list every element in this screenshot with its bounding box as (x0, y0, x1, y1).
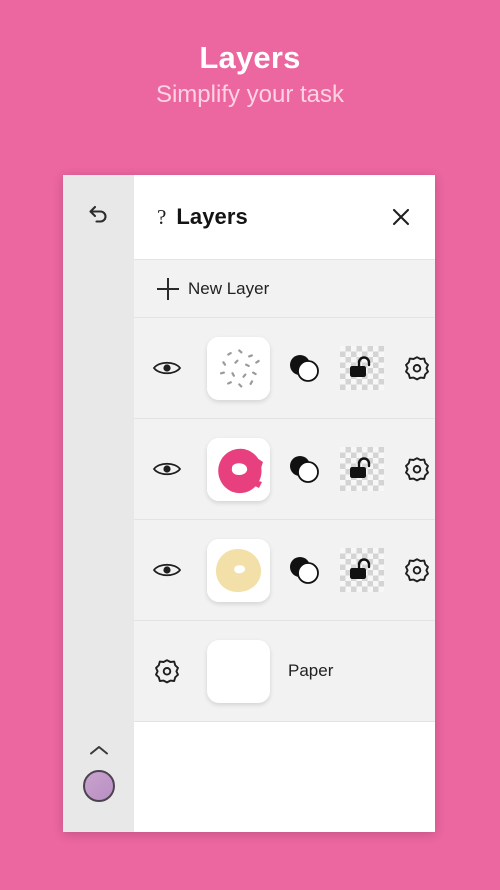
gear-icon (405, 457, 429, 482)
layer-settings-button[interactable] (392, 556, 435, 584)
layers-panel: ? Layers New Layer Paper (134, 175, 435, 832)
transparency-checkerboard (340, 447, 384, 491)
transparency-checkerboard (340, 346, 384, 390)
eye-icon (152, 462, 182, 476)
layer-visibility-toggle[interactable] (134, 459, 200, 479)
layer-thumbnail-cell[interactable] (200, 437, 276, 501)
paper-label: Paper (288, 661, 334, 680)
gear-icon (155, 659, 179, 684)
layer-row[interactable] (134, 419, 435, 520)
layer-list (134, 318, 435, 621)
question-mark-icon[interactable]: ? (157, 206, 166, 228)
close-panel-button[interactable] (387, 203, 415, 231)
collapse-toolbar-button[interactable] (86, 742, 112, 758)
unlocked-padlock-icon (350, 457, 371, 478)
layer-blend-mode-button[interactable] (276, 454, 332, 484)
layer-blend-mode-button[interactable] (276, 353, 332, 383)
paper-settings-button[interactable] (134, 657, 200, 685)
promo-subtitle: Simplify your task (155, 81, 345, 109)
gear-icon (405, 558, 429, 583)
gear-icon (405, 356, 429, 381)
plus-icon (157, 277, 179, 300)
chevron-up-icon (89, 745, 108, 754)
panel-empty-area (134, 722, 435, 832)
pink-donut-thumbnail-art (206, 437, 270, 501)
paper-thumbnail-cell[interactable] (200, 639, 276, 703)
blend-mode-circles-icon (290, 456, 319, 483)
blend-mode-circles-icon (290, 557, 319, 584)
undo-arrow-icon (88, 205, 106, 223)
close-x-icon (392, 208, 410, 226)
transparency-checkerboard (340, 548, 384, 592)
pink-donut-thumbnail (206, 437, 270, 501)
blend-mode-circles-icon (290, 355, 319, 382)
undo-button[interactable] (82, 197, 116, 231)
eye-icon (152, 361, 182, 375)
layer-settings-button[interactable] (392, 455, 435, 483)
panel-title: Layers (176, 204, 248, 229)
layer-visibility-toggle[interactable] (134, 358, 200, 378)
eye-icon (152, 563, 182, 577)
sprinkles-thumbnail-art (206, 336, 270, 400)
left-toolbar (63, 175, 134, 832)
layer-blend-mode-button[interactable] (276, 555, 332, 585)
new-layer-button[interactable]: New Layer (134, 259, 435, 318)
new-layer-label: New Layer (188, 278, 270, 298)
promo-title: Layers (199, 40, 301, 75)
promo-banner: Layers Simplify your task (0, 0, 500, 175)
color-swatch-button[interactable] (82, 770, 115, 802)
layer-lock-button[interactable] (332, 346, 392, 390)
layer-thumbnail-cell[interactable] (200, 538, 276, 602)
cream-donut-thumbnail (206, 538, 270, 602)
layer-lock-button[interactable] (332, 548, 392, 592)
app-window: ? Layers New Layer Paper (63, 175, 435, 832)
layer-thumbnail-cell[interactable] (200, 336, 276, 400)
layer-settings-button[interactable] (392, 354, 435, 382)
paper-row[interactable]: Paper (134, 621, 435, 722)
layer-row[interactable] (134, 520, 435, 621)
panel-header: ? Layers (134, 175, 435, 259)
unlocked-padlock-icon (350, 356, 371, 377)
layer-row[interactable] (134, 318, 435, 419)
sprinkles-thumbnail (206, 336, 270, 400)
layer-visibility-toggle[interactable] (134, 560, 200, 580)
layer-lock-button[interactable] (332, 447, 392, 491)
unlocked-padlock-icon (350, 558, 371, 579)
cream-donut-thumbnail-art (206, 538, 270, 602)
blank-white-thumbnail (206, 639, 270, 703)
